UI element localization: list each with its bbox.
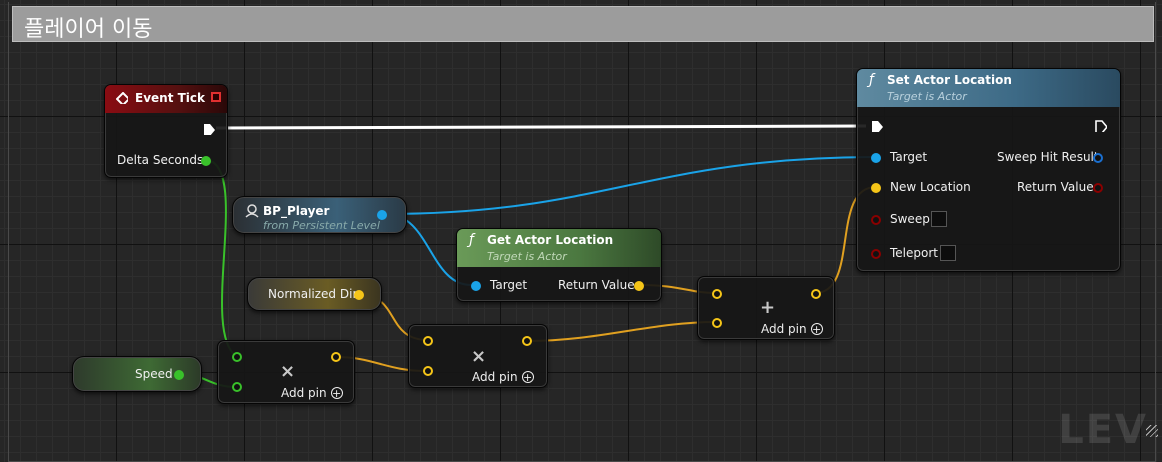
add-icon: + — [760, 297, 776, 318]
mult2-in-a-pin[interactable] — [423, 336, 433, 346]
add-pin-label: Add pin — [472, 370, 518, 384]
multiply-node-2[interactable]: × Add pin + — [408, 324, 548, 388]
speed-pin[interactable] — [174, 370, 184, 380]
normalized-dir-label: Normalized Dir — [268, 287, 358, 301]
sweep-pin[interactable] — [871, 215, 881, 225]
mult1-in-b-pin[interactable] — [232, 382, 242, 392]
level-watermark: LEV — [1058, 407, 1148, 453]
exec-out-pin[interactable] — [203, 123, 215, 135]
multiply-node-1[interactable]: × Add pin + — [217, 340, 355, 404]
variable-icon — [245, 204, 259, 218]
add-pin-icon: + — [330, 387, 343, 400]
target-label: Target — [890, 150, 928, 164]
get-target-pin[interactable] — [471, 281, 481, 291]
exec-out-pin[interactable] — [1095, 120, 1107, 132]
add-pin-button[interactable]: Add pin + — [472, 370, 534, 384]
get-target-label: Target — [490, 278, 528, 292]
get-return-value-pin[interactable] — [634, 281, 644, 291]
function-icon: ƒ — [869, 72, 874, 88]
mult2-in-b-pin[interactable] — [423, 366, 433, 376]
add-node[interactable]: + Add pin + — [697, 276, 835, 340]
add-pin-label: Add pin — [281, 386, 327, 400]
delta-seconds-pin[interactable] — [201, 156, 211, 166]
add-pin-button[interactable]: Add pin + — [281, 386, 343, 400]
bp-player-subtitle: from Persistent Level — [263, 219, 380, 232]
new-location-label: New Location — [890, 180, 971, 194]
add-pin-label: Add pin — [761, 322, 807, 336]
multiply-icon: × — [471, 346, 487, 367]
add-pin-icon: + — [810, 323, 823, 336]
get-return-value-label: Return Value — [558, 278, 635, 292]
set-actor-location-title: Set Actor Location — [887, 73, 1012, 87]
exec-in-pin[interactable] — [871, 120, 883, 132]
set-actor-location-subtitle: Target is Actor — [887, 90, 967, 103]
event-tick-title: Event Tick — [135, 91, 206, 105]
get-actor-location-node[interactable]: ƒ Get Actor Location Target is Actor Tar… — [456, 228, 662, 302]
add-pin-icon: + — [521, 371, 534, 384]
mult1-in-a-pin[interactable] — [232, 352, 242, 362]
normalized-dir-pin[interactable] — [354, 290, 364, 300]
mult1-out-pin[interactable] — [331, 352, 341, 362]
event-tick-delegate-pin[interactable] — [211, 92, 221, 102]
sweep-hit-result-label: Sweep Hit Result — [997, 150, 1099, 164]
target-pin[interactable] — [871, 153, 881, 163]
teleport-pin[interactable] — [871, 249, 881, 259]
teleport-label: Teleport — [890, 246, 938, 260]
event-tick-node[interactable]: Event Tick Delta Seconds — [104, 84, 228, 178]
add-out-pin[interactable] — [811, 289, 821, 299]
add-in-a-pin[interactable] — [712, 289, 722, 299]
bp-player-node[interactable]: BP_Player from Persistent Level — [232, 196, 407, 234]
add-in-b-pin[interactable] — [712, 318, 722, 328]
resize-grip-icon[interactable] — [1146, 425, 1158, 437]
multiply-icon: × — [280, 361, 296, 382]
mult2-out-pin[interactable] — [522, 336, 532, 346]
bp-player-title: BP_Player — [263, 204, 330, 218]
return-value-pin[interactable] — [1093, 183, 1103, 193]
set-actor-location-node[interactable]: ƒ Set Actor Location Target is Actor Tar… — [856, 68, 1121, 272]
speed-node[interactable]: Speed — [72, 356, 202, 392]
comment-header[interactable]: 플레이어 이동 — [12, 6, 1154, 42]
function-icon: ƒ — [469, 232, 474, 248]
teleport-checkbox[interactable] — [940, 245, 956, 261]
delta-seconds-label: Delta Seconds — [117, 153, 204, 167]
sweep-label: Sweep — [890, 212, 930, 226]
speed-label: Speed — [135, 367, 173, 381]
get-actor-location-title: Get Actor Location — [487, 233, 614, 247]
sweep-hit-result-pin[interactable] — [1093, 153, 1103, 163]
new-location-pin[interactable] — [871, 183, 881, 193]
get-actor-location-subtitle: Target is Actor — [487, 250, 567, 263]
bp-player-out-pin[interactable] — [377, 210, 387, 220]
comment-title: 플레이어 이동 — [24, 17, 153, 42]
event-icon — [116, 92, 128, 104]
return-value-label: Return Value — [1017, 180, 1094, 194]
add-pin-button[interactable]: Add pin + — [761, 322, 823, 336]
normalized-dir-node[interactable]: Normalized Dir — [247, 277, 382, 311]
sweep-checkbox[interactable] — [931, 211, 947, 227]
